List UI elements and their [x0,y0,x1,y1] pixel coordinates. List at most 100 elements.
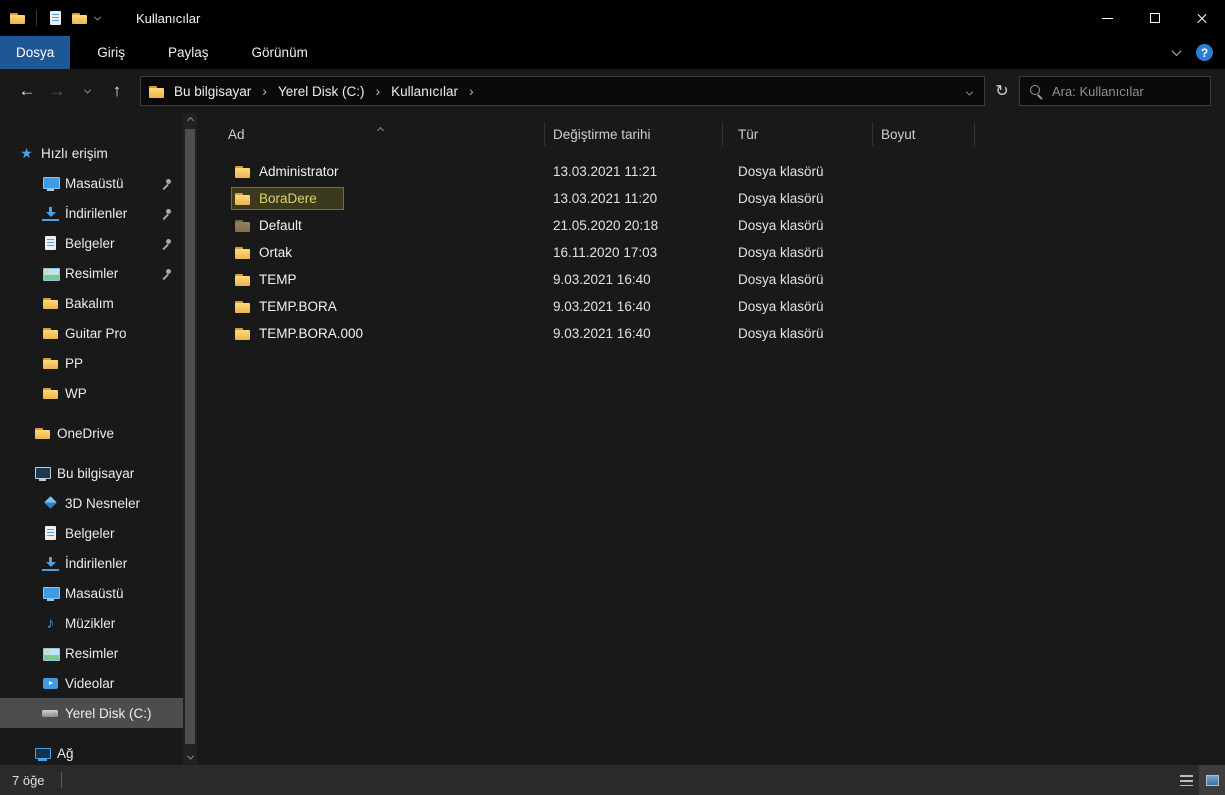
column-header-tur[interactable]: Tür [723,122,873,146]
recent-locations-button[interactable] [72,76,102,106]
file-name-cell[interactable]: TEMP [215,268,545,291]
minimize-button[interactable] [1084,0,1131,36]
tab-gorunum[interactable]: Görünüm [236,36,324,69]
pin-icon [161,207,173,219]
sidebar-item-3d-nesneler[interactable]: 3D Nesneler [0,488,183,518]
scrollbar-up-button[interactable] [188,113,193,128]
qat-separator [36,10,37,26]
help-button[interactable]: ? [1196,44,1213,61]
sidebar-item-videolar[interactable]: Videolar [0,668,183,698]
music-icon: ♪ [42,615,59,632]
folder-icon [234,271,251,288]
file-row[interactable]: TEMP 9.03.2021 16:40 Dosya klasörü [215,266,1225,293]
breadcrumb-separator-icon[interactable]: › [375,83,382,99]
scrollbar-thumb[interactable] [185,129,195,744]
address-bar[interactable]: Bu bilgisayar › Yerel Disk (C:) › Kullan… [140,76,985,106]
sidebar-item-resimler[interactable]: Resimler [0,258,183,288]
qat-properties-icon[interactable] [47,10,64,27]
sidebar-item-belgeler-2[interactable]: Belgeler [0,518,183,548]
breadcrumb-item-yerel-disk[interactable]: Yerel Disk (C:) [268,84,375,99]
column-header-boyut[interactable]: Boyut [873,122,975,146]
up-button[interactable]: ↑ [102,76,132,106]
sidebar-item-label: Belgeler [65,236,115,251]
recent-locations-chevron-icon [83,86,90,93]
search-box[interactable] [1019,76,1211,106]
sidebar-item-label: Masaüstü [65,176,124,191]
sidebar-item-onedrive[interactable]: OneDrive [0,418,183,448]
file-row[interactable]: Ortak 16.11.2020 17:03 Dosya klasörü [215,239,1225,266]
sidebar-item-resimler-2[interactable]: Resimler [0,638,183,668]
tab-paylas[interactable]: Paylaş [152,36,225,69]
file-name-cell[interactable]: Administrator [215,160,545,183]
breadcrumb-separator-icon[interactable]: › [468,83,475,99]
file-name-cell[interactable]: Default [215,214,545,237]
pin-icon [161,237,173,249]
address-history-chevron-icon [966,89,973,96]
folder-icon [42,325,59,342]
breadcrumb-item-bu-bilgisayar[interactable]: Bu bilgisayar [164,84,261,99]
sidebar-item-bu-bilgisayar[interactable]: Bu bilgisayar [0,458,183,488]
window-title: Kullanıcılar [136,11,200,26]
search-input[interactable] [1052,84,1201,99]
forward-button[interactable]: → [42,76,72,106]
sidebar-item-wp[interactable]: WP [0,378,183,408]
network-icon [34,745,51,762]
address-location-icon [148,83,164,99]
sidebar-item-muzikler[interactable]: ♪ Müzikler [0,608,183,638]
qat-new-folder-icon[interactable] [71,10,88,27]
sidebar-item-label: WP [65,386,87,401]
scrollbar-down-button[interactable] [188,750,193,765]
file-name-cell[interactable]: BoraDere [215,187,545,210]
content-area: ★ Hızlı erişim Masaüstü İndirilenler Bel… [0,113,1225,765]
file-row[interactable]: Administrator 13.03.2021 11:21 Dosya kla… [215,158,1225,185]
details-view-button[interactable] [1173,765,1199,795]
file-name-cell[interactable]: Ortak [215,241,545,264]
file-name-cell[interactable]: TEMP.BORA [215,295,545,318]
sidebar-item-masaustu[interactable]: Masaüstü [0,168,183,198]
folder-icon [234,298,251,315]
sidebar-section-gap [0,728,183,738]
item-count: 7 öğe [12,773,45,788]
sidebar-item-belgeler[interactable]: Belgeler [0,228,183,258]
file-name-cell[interactable]: TEMP.BORA.000 [215,322,545,345]
file-name: Administrator [259,164,339,179]
thumbnails-view-button[interactable] [1199,765,1225,795]
sidebar-item-guitar-pro[interactable]: Guitar Pro [0,318,183,348]
view-toggles [1173,765,1225,795]
details-view-icon [1180,775,1193,786]
file-list-pane: Ad Değiştirme tarihi Tür Boyut Administr… [197,113,1225,765]
file-row-selected[interactable]: BoraDere 13.03.2021 11:20 Dosya klasörü [215,185,1225,212]
column-header-degistirme-tarihi[interactable]: Değiştirme tarihi [545,122,723,146]
refresh-button[interactable]: ↻ [985,76,1019,106]
sidebar-item-label: OneDrive [57,426,114,441]
sidebar-item-hizli-erisim[interactable]: ★ Hızlı erişim [0,138,183,168]
sidebar-item-bakalim[interactable]: Bakalım [0,288,183,318]
tab-dosya[interactable]: Dosya [0,36,70,69]
scrollbar-track[interactable] [183,128,197,750]
tab-giris[interactable]: Giriş [81,36,141,69]
sidebar-item-yerel-disk-c[interactable]: Yerel Disk (C:) [0,698,183,728]
videos-icon [42,675,59,692]
desktop-icon [42,175,59,192]
column-header-filler [975,122,1225,146]
breadcrumb-separator-icon[interactable]: › [261,83,268,99]
file-row[interactable]: Default 21.05.2020 20:18 Dosya klasörü [215,212,1225,239]
ribbon-right-controls: ? [1173,36,1225,69]
desktop-icon [42,585,59,602]
window-controls [1084,0,1225,36]
address-history-button[interactable] [963,83,976,99]
sidebar-item-ag[interactable]: Ağ [0,738,183,765]
sidebar-item-indirilenler-2[interactable]: İndirilenler [0,548,183,578]
sidebar-scrollbar[interactable] [183,113,197,765]
sidebar-item-masaustu-2[interactable]: Masaüstü [0,578,183,608]
maximize-button[interactable] [1131,0,1178,36]
file-row[interactable]: TEMP.BORA.000 9.03.2021 16:40 Dosya klas… [215,320,1225,347]
sidebar-item-pp[interactable]: PP [0,348,183,378]
back-button[interactable]: ← [12,76,42,106]
breadcrumb-item-kullanicilar[interactable]: Kullanıcılar [381,84,468,99]
close-button[interactable] [1178,0,1225,36]
file-row[interactable]: TEMP.BORA 9.03.2021 16:40 Dosya klasörü [215,293,1225,320]
qat-customize-chevron-icon[interactable] [94,13,101,20]
sidebar-item-indirilenler[interactable]: İndirilenler [0,198,183,228]
expand-ribbon-chevron-icon[interactable] [1172,46,1182,56]
